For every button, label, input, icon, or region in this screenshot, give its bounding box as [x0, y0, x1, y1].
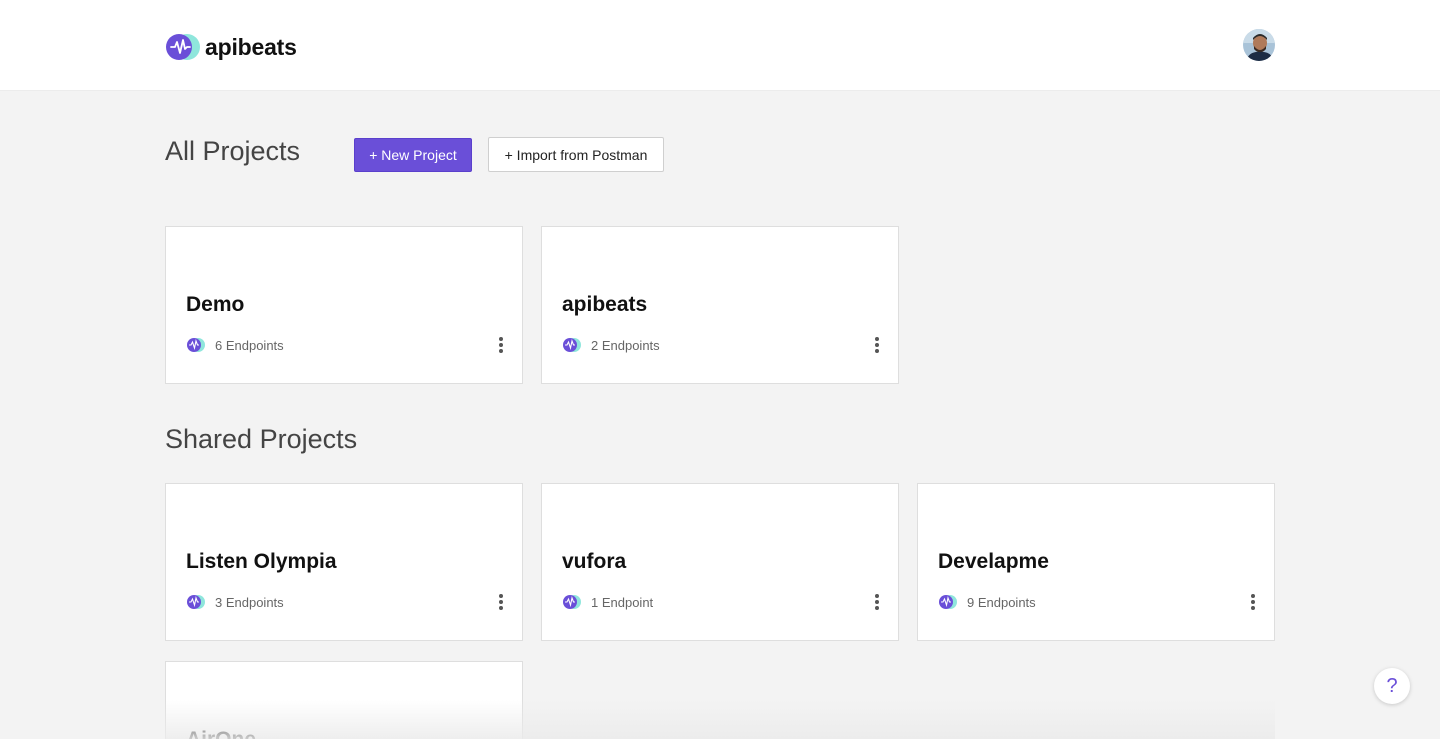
endpoint-count: 1 Endpoint — [591, 594, 654, 610]
endpoint-count: 2 Endpoints — [591, 337, 660, 353]
apibeats-logo-icon — [938, 594, 958, 610]
import-from-postman-button[interactable]: + Import from Postman — [488, 137, 664, 172]
project-name: apibeats — [562, 293, 648, 316]
more-options-icon[interactable] — [1246, 591, 1260, 613]
project-name: Develapme — [938, 550, 1049, 573]
endpoint-count: 9 Endpoints — [967, 594, 1036, 610]
shared-projects-title: Shared Projects — [165, 424, 358, 454]
project-meta: 6 Endpoints — [186, 336, 284, 354]
apibeats-logo-icon — [165, 32, 201, 62]
endpoint-count: 3 Endpoints — [215, 594, 284, 610]
project-name: Listen Olympia — [186, 550, 337, 573]
project-card-airone[interactable]: AirOne — [165, 661, 523, 739]
apibeats-logo-icon — [562, 594, 582, 610]
project-card-develapme[interactable]: Develapme 9 Endpoints — [917, 483, 1275, 641]
project-card-demo[interactable]: Demo 6 Endpoints — [165, 226, 523, 384]
apibeats-logo-icon — [562, 337, 582, 353]
all-projects-title: All Projects — [165, 136, 301, 166]
apibeats-logo-icon — [186, 594, 206, 610]
project-card-apibeats[interactable]: apibeats 2 Endpoints — [541, 226, 899, 384]
project-meta: 9 Endpoints — [938, 593, 1036, 611]
more-options-icon[interactable] — [870, 334, 884, 356]
project-name: vufora — [562, 550, 627, 573]
new-project-button[interactable]: + New Project — [354, 138, 472, 172]
project-meta: 1 Endpoint — [562, 593, 653, 611]
apibeats-logo-icon — [186, 337, 206, 353]
brand-name: apibeats — [205, 33, 297, 60]
top-header: apibeats — [0, 0, 1440, 91]
project-card-listen-olympia[interactable]: Listen Olympia 3 Endpoints — [165, 483, 523, 641]
project-name: Demo — [186, 293, 245, 316]
project-meta: 3 Endpoints — [186, 593, 284, 611]
project-card-vufora[interactable]: vufora 1 Endpoint — [541, 483, 899, 641]
help-button[interactable]: ? — [1374, 668, 1410, 704]
project-meta: 2 Endpoints — [562, 336, 660, 354]
more-options-icon[interactable] — [870, 591, 884, 613]
brand[interactable]: apibeats — [165, 32, 297, 62]
user-avatar[interactable] — [1243, 29, 1275, 61]
more-options-icon[interactable] — [494, 334, 508, 356]
endpoint-count: 6 Endpoints — [215, 337, 284, 353]
more-options-icon[interactable] — [494, 591, 508, 613]
project-name: AirOne — [186, 728, 256, 739]
